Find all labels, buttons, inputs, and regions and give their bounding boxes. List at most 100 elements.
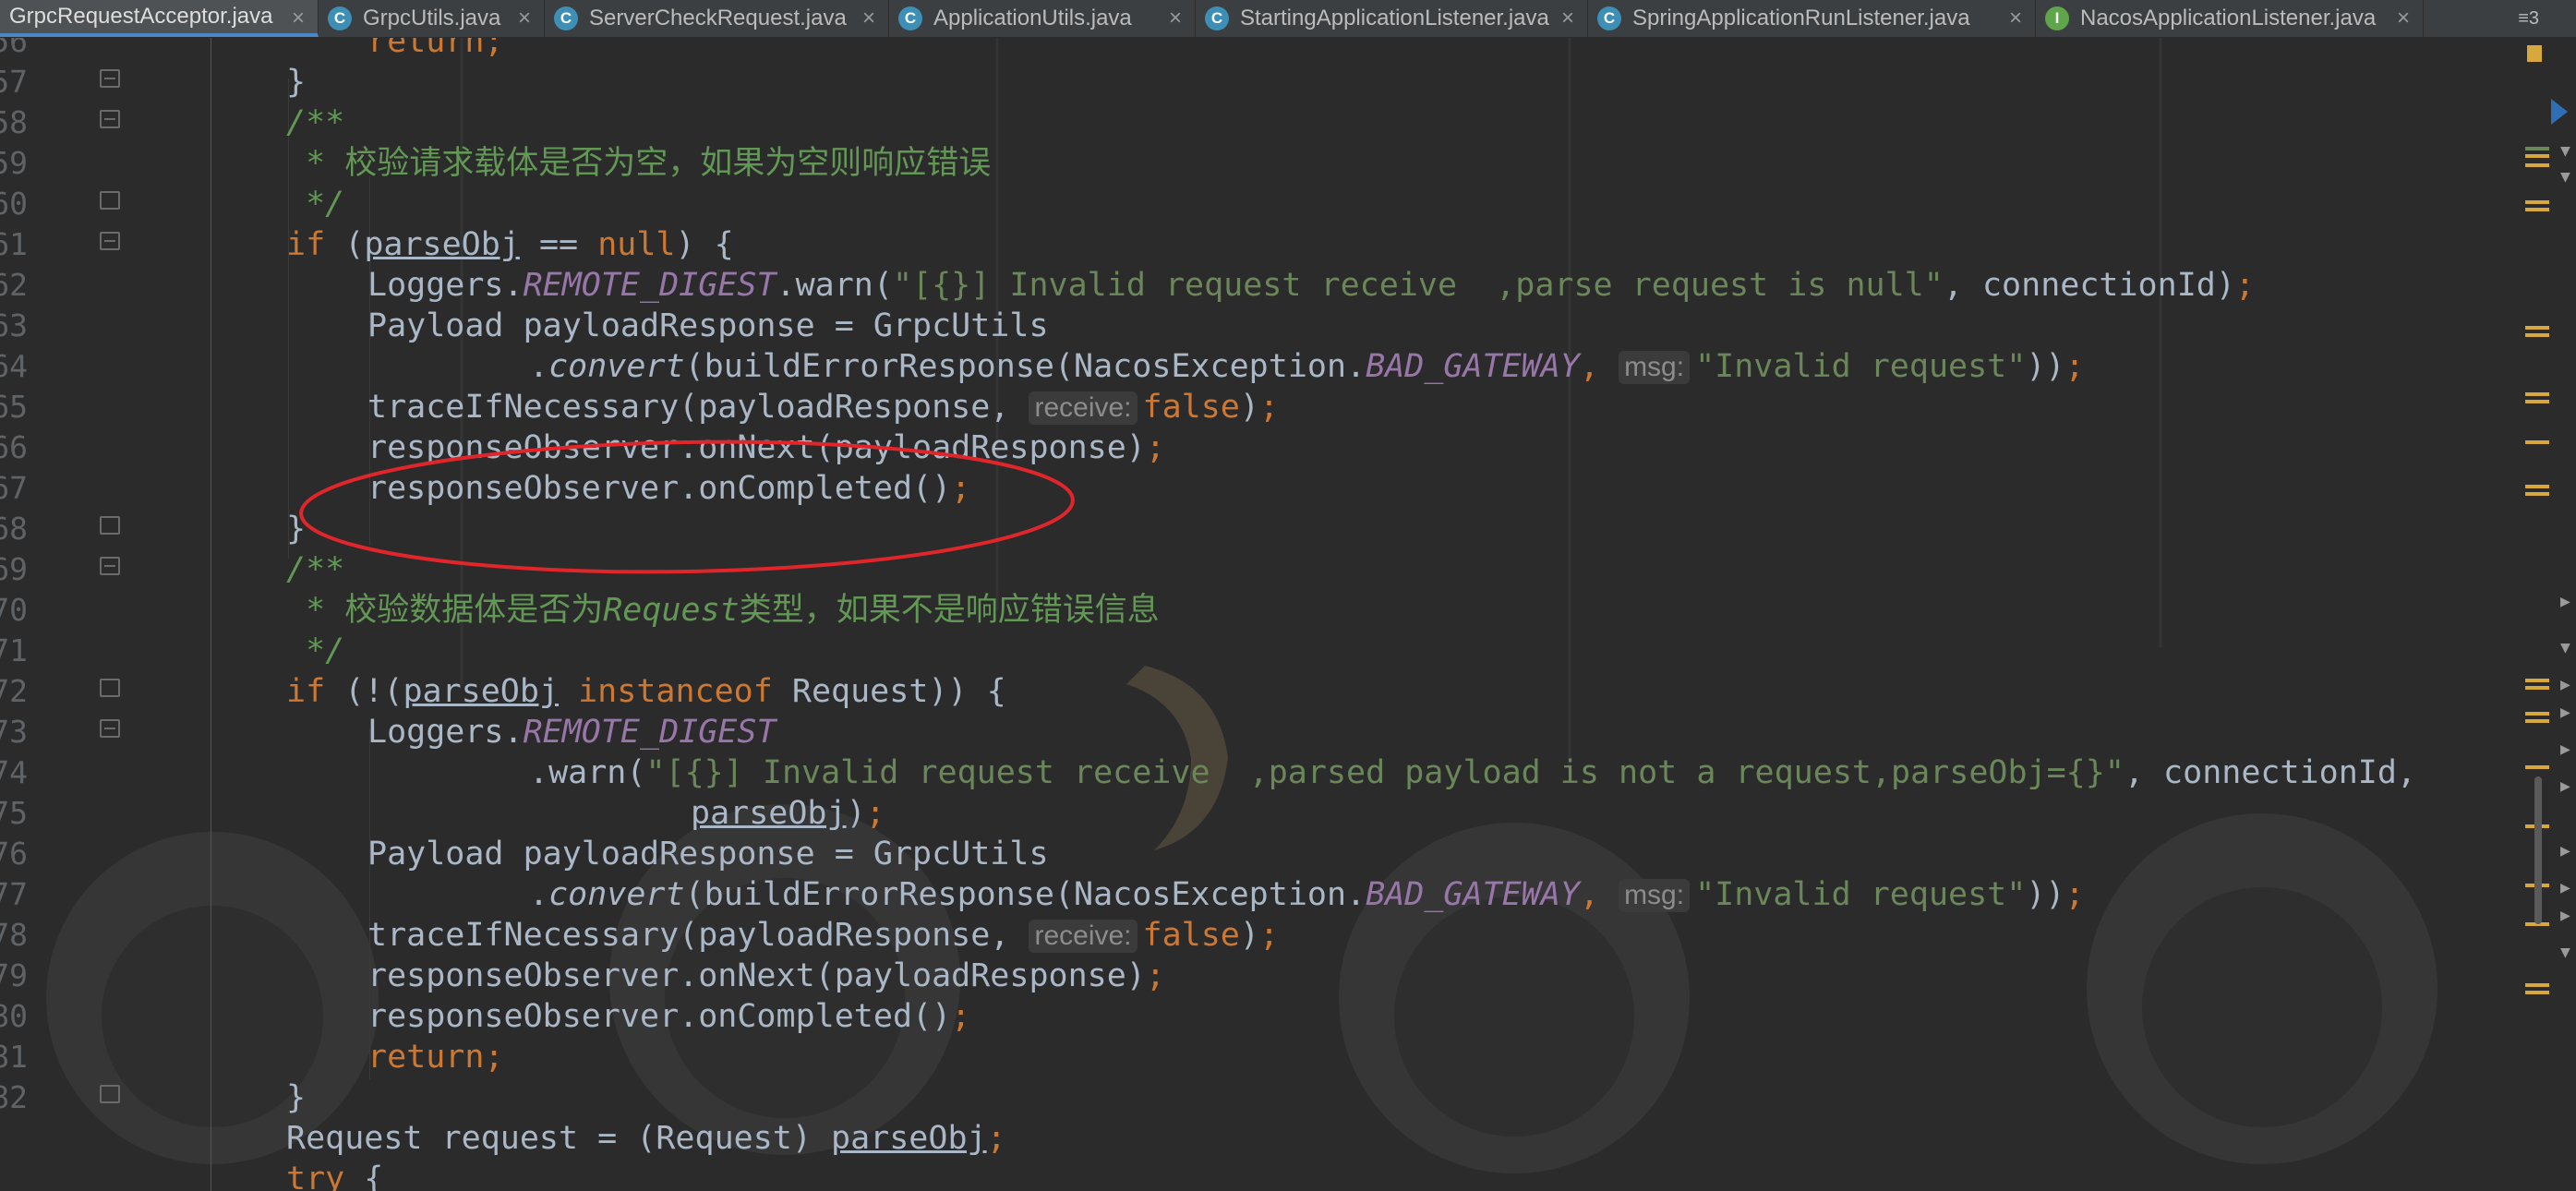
class-icon: C bbox=[1597, 6, 1621, 30]
code-editor[interactable]: 56 57 58 59 60 61 62 63 64 65 66 67 68 6… bbox=[0, 38, 2576, 1191]
code-line: } bbox=[286, 64, 307, 101]
code-line: if (!(parseObj instanceof Request)) { bbox=[286, 673, 1006, 710]
fold-marker[interactable] bbox=[100, 1085, 120, 1103]
stripe-mark[interactable] bbox=[2525, 200, 2549, 204]
close-icon[interactable]: × bbox=[2009, 6, 2022, 31]
fold-marker[interactable] bbox=[100, 516, 120, 535]
fold-marker[interactable] bbox=[100, 191, 120, 210]
class-icon: C bbox=[328, 6, 352, 30]
fold-marker[interactable] bbox=[100, 679, 120, 697]
editor-tab-bar: GrpcRequestAcceptor.java × C GrpcUtils.j… bbox=[0, 0, 2576, 38]
stripe-mark[interactable] bbox=[2525, 485, 2549, 488]
line-number: 77 bbox=[0, 876, 28, 912]
line-number: 65 bbox=[0, 389, 28, 425]
code-line: */ bbox=[286, 632, 345, 669]
stripe-mark[interactable] bbox=[2525, 392, 2549, 396]
line-number: 75 bbox=[0, 795, 28, 831]
triangle-right-icon: ▶ bbox=[2560, 592, 2570, 611]
scrollbar-thumb[interactable] bbox=[2534, 776, 2542, 924]
code-line: return; bbox=[367, 1039, 504, 1076]
code-line: responseObserver.onCompleted(); bbox=[367, 998, 971, 1035]
tab-spring-application-run-listener[interactable]: C SpringApplicationRunListener.java × bbox=[1588, 0, 2036, 37]
code-line: /** bbox=[286, 104, 345, 141]
line-number: 82 bbox=[0, 1079, 28, 1115]
line-number: 57 bbox=[0, 64, 28, 100]
line-number: 60 bbox=[0, 186, 28, 222]
line-number: 72 bbox=[0, 673, 28, 709]
stripe-mark[interactable] bbox=[2525, 765, 2549, 769]
close-icon[interactable]: × bbox=[862, 6, 875, 31]
code-line: Loggers.REMOTE_DIGEST.warn("[{}] Invalid… bbox=[367, 267, 2255, 304]
tab-overflow-button[interactable]: ≡3 bbox=[2518, 0, 2539, 37]
line-number: 81 bbox=[0, 1039, 28, 1075]
tab-server-check-request[interactable]: C ServerCheckRequest.java × bbox=[545, 0, 889, 37]
line-number: 73 bbox=[0, 714, 28, 750]
parameter-hint: receive: bbox=[1029, 920, 1138, 953]
stripe-mark[interactable] bbox=[2525, 492, 2549, 496]
fold-marker[interactable] bbox=[100, 69, 120, 88]
code-line: parseObj); bbox=[691, 795, 885, 832]
stripe-mark[interactable] bbox=[2525, 719, 2549, 723]
line-number: 71 bbox=[0, 632, 28, 668]
triangle-right-icon: ▶ bbox=[2560, 740, 2570, 759]
close-icon[interactable]: × bbox=[2397, 6, 2410, 31]
triangle-down-icon: ▼ bbox=[2560, 943, 2570, 962]
stripe-mark[interactable] bbox=[2525, 147, 2549, 150]
triangle-down-icon: ▼ bbox=[2560, 141, 2570, 161]
class-icon: C bbox=[554, 6, 578, 30]
code-line: return; bbox=[367, 38, 504, 60]
warning-indicator-icon[interactable] bbox=[2527, 45, 2542, 62]
triangle-right-icon: ▶ bbox=[2560, 703, 2570, 722]
close-icon[interactable]: × bbox=[1561, 6, 1574, 31]
annotation-ellipse bbox=[299, 439, 1075, 574]
line-number: 70 bbox=[0, 592, 28, 628]
line-number: 67 bbox=[0, 470, 28, 506]
line-number: 64 bbox=[0, 348, 28, 384]
parameter-hint: msg: bbox=[1619, 879, 1691, 912]
stripe-mark[interactable] bbox=[2525, 333, 2549, 337]
stripe-mark[interactable] bbox=[2525, 712, 2549, 716]
stripe-mark[interactable] bbox=[2525, 440, 2549, 444]
close-icon[interactable]: × bbox=[518, 6, 531, 31]
line-number: 62 bbox=[0, 267, 28, 303]
line-number: 61 bbox=[0, 226, 28, 262]
close-icon[interactable]: × bbox=[292, 6, 305, 31]
tab-grpc-request-acceptor[interactable]: GrpcRequestAcceptor.java × bbox=[0, 0, 319, 37]
stripe-mark[interactable] bbox=[2525, 208, 2549, 211]
fold-marker[interactable] bbox=[100, 557, 120, 575]
code-line: Payload payloadResponse = GrpcUtils bbox=[367, 836, 1049, 872]
code-line: Loggers.REMOTE_DIGEST bbox=[367, 714, 776, 751]
line-number: 59 bbox=[0, 145, 28, 181]
tab-grpc-utils[interactable]: C GrpcUtils.java × bbox=[319, 0, 545, 37]
triangle-right-icon: ▶ bbox=[2560, 906, 2570, 925]
stripe-mark[interactable] bbox=[2525, 686, 2549, 690]
error-stripe: ▼ ▼ ▶ ▼ ▶ ▶ ▶ ▶ ▶ ▶ ▶ ▼ bbox=[2525, 38, 2576, 1191]
line-number: 80 bbox=[0, 998, 28, 1034]
code-line: } bbox=[286, 1079, 307, 1116]
fold-marker[interactable] bbox=[100, 232, 120, 250]
stripe-mark[interactable] bbox=[2525, 983, 2549, 987]
fold-marker[interactable] bbox=[100, 719, 120, 738]
code-line: * 校验请求载体是否为空，如果为空则响应错误 bbox=[286, 145, 992, 182]
code-line: Payload payloadResponse = GrpcUtils bbox=[367, 307, 1049, 344]
class-icon: C bbox=[898, 6, 922, 30]
stripe-mark[interactable] bbox=[2525, 326, 2549, 330]
stripe-mark[interactable] bbox=[2525, 154, 2549, 158]
code-line: try { bbox=[286, 1161, 384, 1191]
code-line: Request request = (Request) parseObj; bbox=[286, 1120, 1006, 1157]
fold-marker[interactable] bbox=[100, 110, 120, 128]
tab-nacos-application-listener[interactable]: I NacosApplicationListener.java × bbox=[2036, 0, 2424, 37]
stripe-mark[interactable] bbox=[2525, 163, 2549, 167]
close-icon[interactable]: × bbox=[1169, 6, 1182, 31]
stripe-mark[interactable] bbox=[2525, 679, 2549, 682]
tab-label: StartingApplicationListener.java bbox=[1240, 6, 1549, 30]
tab-application-utils[interactable]: C ApplicationUtils.java × bbox=[889, 0, 1196, 37]
tab-label: NacosApplicationListener.java bbox=[2080, 6, 2377, 30]
triangle-right-icon: ▶ bbox=[2560, 841, 2570, 860]
stripe-mark[interactable] bbox=[2525, 991, 2549, 994]
triangle-right-icon: ▶ bbox=[2560, 878, 2570, 897]
code-line: .warn("[{}] Invalid request receive ,par… bbox=[529, 754, 2416, 791]
line-number: 56 bbox=[0, 38, 28, 59]
tab-starting-application-listener[interactable]: C StartingApplicationListener.java × bbox=[1196, 0, 1588, 37]
stripe-mark[interactable] bbox=[2525, 400, 2549, 403]
